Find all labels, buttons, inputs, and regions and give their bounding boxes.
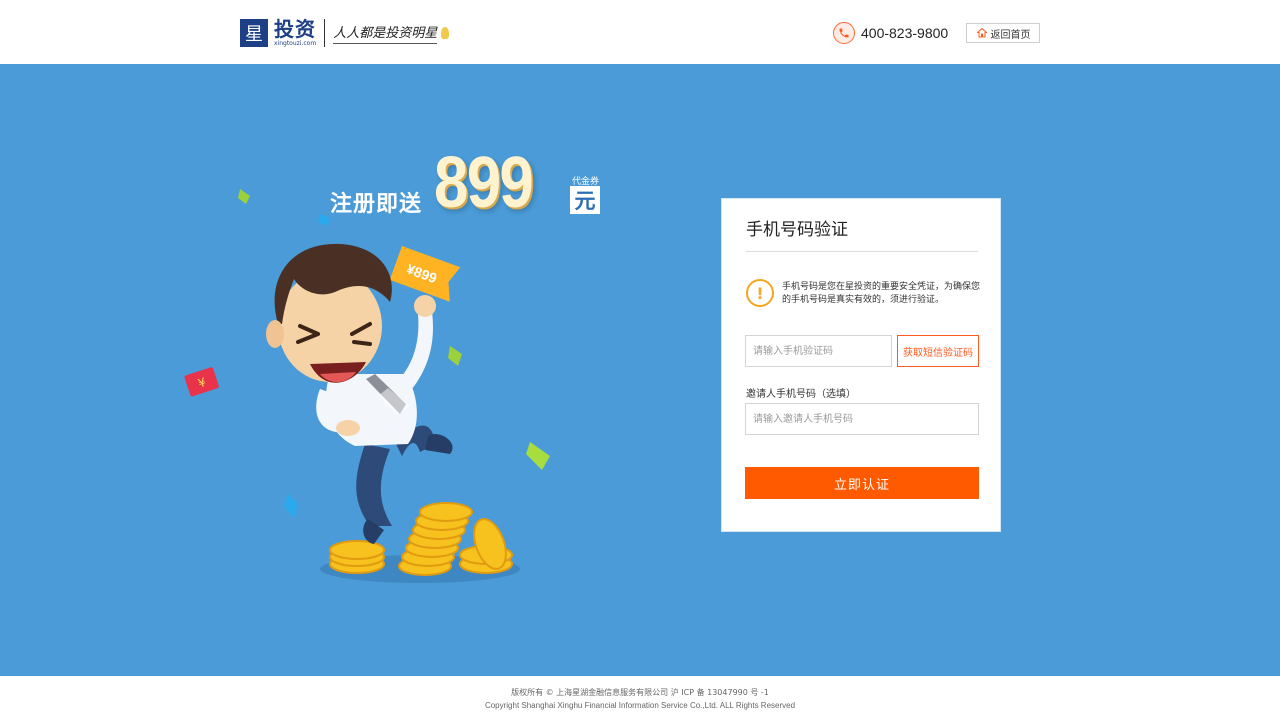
voucher-ticket: ¥899	[389, 246, 461, 302]
slogan: 人人都是投资明星	[333, 22, 438, 44]
footer-copyright-en: Copyright Shanghai Xinghu Financial Info…	[484, 701, 796, 710]
site-header: 星 投资 xingtouzi.com 人人都是投资明星 400-823-9800…	[0, 0, 1280, 64]
logo-mark: 星	[240, 19, 268, 47]
phone-number: 400-823-9800	[861, 25, 949, 41]
home-icon	[976, 28, 987, 38]
logo-name: 投资	[274, 17, 316, 41]
form-divider	[746, 251, 978, 252]
phone-icon	[833, 22, 855, 44]
logo-text: 投资 xingtouzi.com	[274, 19, 316, 47]
logo-divider	[324, 19, 326, 47]
form-title: 手机号码验证	[746, 220, 848, 240]
lightbulb-icon	[441, 27, 450, 39]
red-envelope-icon: ¥	[184, 367, 219, 397]
inviter-phone-input[interactable]	[745, 403, 979, 435]
confetti	[284, 494, 298, 518]
site-footer: 版权所有 © 上海星湖金融信息服务有限公司 沪 ICP 备 13047990 号…	[0, 676, 1280, 720]
confetti	[526, 442, 550, 470]
confetti	[448, 346, 462, 366]
back-home-button[interactable]: 返回首页	[966, 23, 1040, 43]
logo-domain: xingtouzi.com	[274, 40, 317, 47]
get-sms-code-button[interactable]: 获取短信验证码	[897, 335, 979, 367]
verification-form: 手机号码验证 ! 手机号码是您在星投资的重要安全凭证，为确保您的手机号码是真实有…	[721, 198, 1001, 532]
hero-banner: 注册即送 899 代金券 元 ¥ ¥899 手机号码验证 ! 手机号码是您在星投…	[0, 64, 1280, 676]
form-notice: 手机号码是您在星投资的重要安全凭证，为确保您的手机号码是真实有效的，须进行验证。	[782, 282, 981, 305]
confetti	[238, 189, 250, 204]
verify-now-button[interactable]: 立即认证	[745, 467, 979, 499]
sms-code-input[interactable]	[745, 335, 892, 367]
confetti	[318, 214, 330, 226]
inviter-phone-label: 邀请人手机号码（选填）	[746, 389, 856, 400]
coin-stack	[329, 540, 385, 574]
logo[interactable]: 星 投资 xingtouzi.com 人人都是投资明星	[240, 18, 450, 48]
footer-copyright-cn: 版权所有 © 上海星湖金融信息服务有限公司 沪 ICP 备 13047990 号…	[511, 688, 769, 697]
hotline: 400-823-9800	[833, 22, 948, 44]
back-home-label: 返回首页	[990, 29, 1031, 41]
mascot-illustration: ¥ ¥899	[184, 189, 550, 583]
warning-icon: !	[746, 279, 774, 307]
